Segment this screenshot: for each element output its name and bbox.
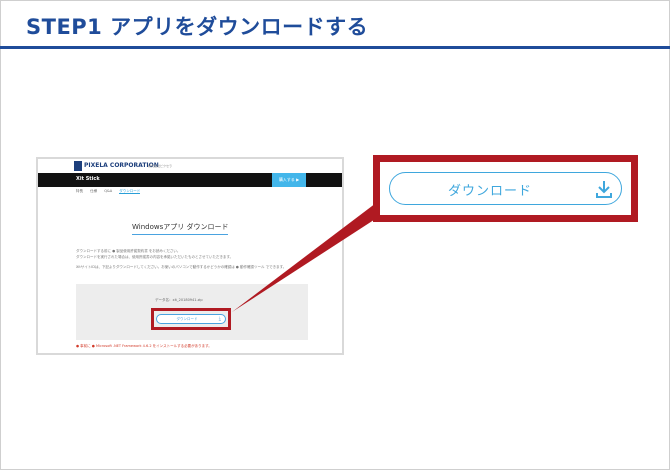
callout-inner: ダウンロード: [380, 162, 631, 215]
download-button[interactable]: ダウンロード: [389, 172, 622, 205]
callout-pointer: [232, 200, 380, 312]
download-icon: [596, 181, 612, 198]
callout-highlight: ダウンロード: [373, 155, 638, 222]
download-button-label: ダウンロード: [447, 184, 532, 199]
